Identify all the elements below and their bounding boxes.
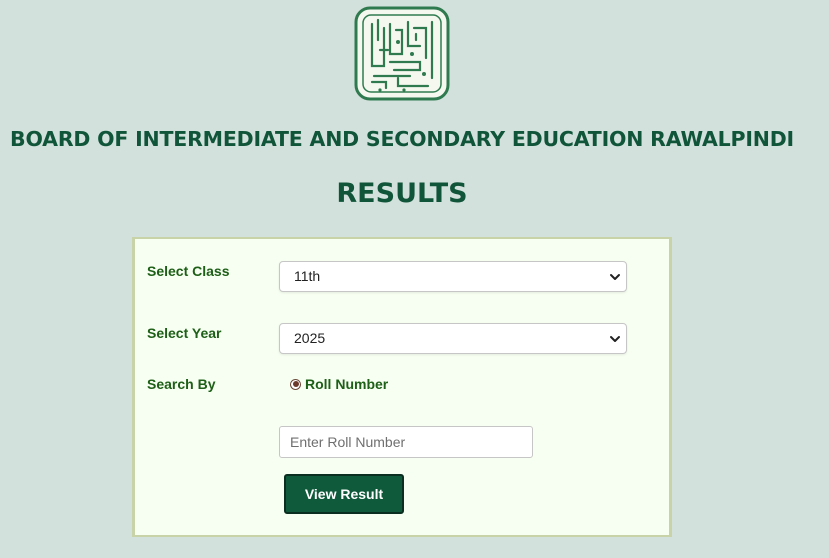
roll-number-radio[interactable] [290, 378, 301, 390]
board-logo [354, 6, 450, 101]
class-select-value: 11th [294, 268, 321, 284]
chevron-down-icon [610, 274, 620, 280]
roll-number-input[interactable] [279, 426, 533, 458]
page: BOARD OF INTERMEDIATE AND SECONDARY EDUC… [0, 0, 829, 558]
select-year-label: Select Year [147, 325, 222, 341]
year-select[interactable]: 2025 [279, 323, 627, 354]
view-result-button[interactable]: View Result [284, 474, 404, 514]
year-select-value: 2025 [294, 330, 326, 346]
roll-number-radio-label: Roll Number [305, 376, 389, 392]
search-by-label: Search By [147, 376, 216, 392]
select-class-label: Select Class [147, 263, 230, 279]
class-select[interactable]: 11th [279, 261, 627, 292]
chevron-down-icon [610, 336, 620, 342]
results-form: Select Class 11th Select Year 2025 Searc… [132, 237, 672, 537]
board-title: BOARD OF INTERMEDIATE AND SECONDARY EDUC… [10, 127, 794, 151]
results-title: RESULTS [336, 178, 468, 209]
roll-number-option[interactable]: Roll Number [290, 376, 388, 392]
